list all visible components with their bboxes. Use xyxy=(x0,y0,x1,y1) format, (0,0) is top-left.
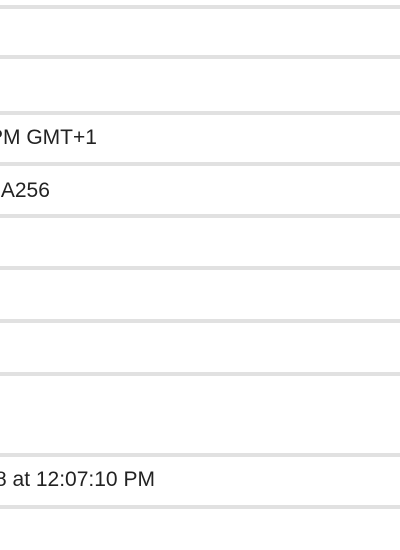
row-divider xyxy=(0,266,400,270)
detail-value: PM GMT+1 xyxy=(0,126,97,149)
detail-value: 8 at 12:07:10 PM xyxy=(0,468,155,491)
detail-row: IA256 xyxy=(0,179,400,205)
detail-value: IA256 xyxy=(0,179,50,202)
detail-row xyxy=(0,17,400,53)
row-divider xyxy=(0,319,400,323)
row-divider xyxy=(0,453,400,457)
details-panel: PM GMT+1 IA256 8 at 12:07:10 PM xyxy=(0,0,400,550)
detail-row: 8 at 12:07:10 PM xyxy=(0,468,400,494)
detail-row xyxy=(0,384,400,446)
detail-row xyxy=(0,67,400,107)
row-divider xyxy=(0,162,400,166)
row-divider xyxy=(0,214,400,218)
detail-row xyxy=(0,331,400,367)
row-divider xyxy=(0,505,400,509)
detail-row xyxy=(0,278,400,314)
detail-row: PM GMT+1 xyxy=(0,126,400,152)
detail-row xyxy=(0,226,400,262)
row-divider xyxy=(0,111,400,115)
row-divider xyxy=(0,5,400,9)
row-divider xyxy=(0,372,400,376)
row-divider xyxy=(0,55,400,59)
